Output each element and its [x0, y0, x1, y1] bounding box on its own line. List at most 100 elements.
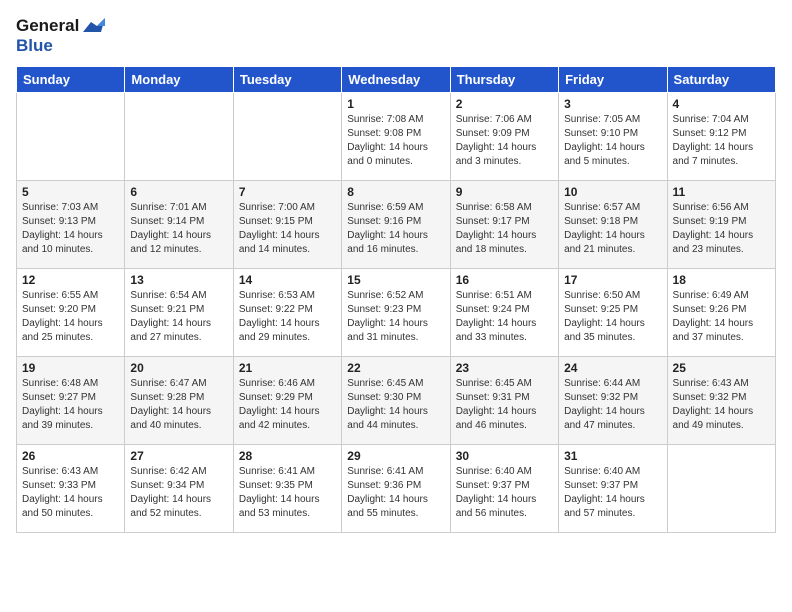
day-info: Sunrise: 6:46 AMSunset: 9:29 PMDaylight:… [239, 377, 336, 433]
day-cell [233, 93, 341, 181]
day-cell: 9 Sunrise: 6:58 AMSunset: 9:17 PMDaylight… [450, 181, 558, 269]
day-info: Sunrise: 7:03 AMSunset: 9:13 PMDaylight:… [22, 201, 119, 257]
day-cell: 26Sunrise: 6:43 AMSunset: 9:33 PMDayligh… [17, 445, 125, 533]
week-row-4: 19Sunrise: 6:48 AMSunset: 9:27 PMDayligh… [17, 357, 776, 445]
day-cell: 22 Sunrise: 6:45 AMSunset: 9:30 PMDayligh… [342, 357, 450, 445]
day-number: 3 [564, 97, 661, 111]
day-cell: 3 Sunrise: 7:05 AMSunset: 9:10 PMDaylight… [559, 93, 667, 181]
day-cell: 20 Sunrise: 6:47 AMSunset: 9:28 PMDayligh… [125, 357, 233, 445]
day-number: 25 [673, 361, 770, 375]
day-number: 27 [130, 449, 227, 463]
day-info: Sunrise: 7:01 AMSunset: 9:14 PMDaylight:… [130, 201, 227, 257]
day-number: 18 [673, 273, 770, 287]
day-number: 23 [456, 361, 553, 375]
day-cell: 17 Sunrise: 6:50 AMSunset: 9:25 PMDayligh… [559, 269, 667, 357]
day-cell: 29 Sunrise: 6:41 AMSunset: 9:36 PMDayligh… [342, 445, 450, 533]
day-info: Sunrise: 6:59 AMSunset: 9:16 PMDaylight:… [347, 201, 444, 257]
day-cell [17, 93, 125, 181]
day-number: 5 [22, 185, 119, 199]
day-info: Sunrise: 7:04 AMSunset: 9:12 PMDaylight:… [673, 113, 770, 169]
day-number: 10 [564, 185, 661, 199]
day-info: Sunrise: 6:53 AMSunset: 9:22 PMDaylight:… [239, 289, 336, 345]
day-cell: 25 Sunrise: 6:43 AMSunset: 9:32 PMDayligh… [667, 357, 775, 445]
week-row-1: 1 Sunrise: 7:08 AMSunset: 9:08 PMDaylight… [17, 93, 776, 181]
day-number: 30 [456, 449, 553, 463]
day-info: Sunrise: 6:52 AMSunset: 9:23 PMDaylight:… [347, 289, 444, 345]
day-number: 14 [239, 273, 336, 287]
day-number: 16 [456, 273, 553, 287]
weekday-header-thursday: Thursday [450, 67, 558, 93]
day-number: 1 [347, 97, 444, 111]
day-cell: 14 Sunrise: 6:53 AMSunset: 9:22 PMDayligh… [233, 269, 341, 357]
day-info: Sunrise: 6:58 AMSunset: 9:17 PMDaylight:… [456, 201, 553, 257]
day-number: 28 [239, 449, 336, 463]
weekday-header-wednesday: Wednesday [342, 67, 450, 93]
logo-bird-icon [83, 18, 105, 34]
day-number: 22 [347, 361, 444, 375]
day-number: 4 [673, 97, 770, 111]
day-cell: 13Sunrise: 6:54 AMSunset: 9:21 PMDayligh… [125, 269, 233, 357]
day-info: Sunrise: 6:42 AMSunset: 9:34 PMDaylight:… [130, 465, 227, 521]
day-info: Sunrise: 7:06 AMSunset: 9:09 PMDaylight:… [456, 113, 553, 169]
week-row-2: 5 Sunrise: 7:03 AMSunset: 9:13 PMDaylight… [17, 181, 776, 269]
day-cell: 31 Sunrise: 6:40 AMSunset: 9:37 PMDayligh… [559, 445, 667, 533]
day-cell: 15 Sunrise: 6:52 AMSunset: 9:23 PMDayligh… [342, 269, 450, 357]
day-cell: 18Sunrise: 6:49 AMSunset: 9:26 PMDayligh… [667, 269, 775, 357]
day-info: Sunrise: 6:44 AMSunset: 9:32 PMDaylight:… [564, 377, 661, 433]
weekday-header-saturday: Saturday [667, 67, 775, 93]
day-cell: 8Sunrise: 6:59 AMSunset: 9:16 PMDaylight… [342, 181, 450, 269]
day-number: 9 [456, 185, 553, 199]
day-info: Sunrise: 7:00 AMSunset: 9:15 PMDaylight:… [239, 201, 336, 257]
day-cell: 23 Sunrise: 6:45 AMSunset: 9:31 PMDayligh… [450, 357, 558, 445]
day-cell [667, 445, 775, 533]
day-cell: 10 Sunrise: 6:57 AMSunset: 9:18 PMDayligh… [559, 181, 667, 269]
day-number: 11 [673, 185, 770, 199]
day-cell: 1 Sunrise: 7:08 AMSunset: 9:08 PMDaylight… [342, 93, 450, 181]
weekday-header-tuesday: Tuesday [233, 67, 341, 93]
day-number: 19 [22, 361, 119, 375]
day-cell: 12Sunrise: 6:55 AMSunset: 9:20 PMDayligh… [17, 269, 125, 357]
day-cell: 19Sunrise: 6:48 AMSunset: 9:27 PMDayligh… [17, 357, 125, 445]
day-number: 6 [130, 185, 227, 199]
day-info: Sunrise: 6:40 AMSunset: 9:37 PMDaylight:… [564, 465, 661, 521]
day-info: Sunrise: 6:43 AMSunset: 9:32 PMDaylight:… [673, 377, 770, 433]
day-number: 7 [239, 185, 336, 199]
day-cell: 7 Sunrise: 7:00 AMSunset: 9:15 PMDaylight… [233, 181, 341, 269]
day-number: 20 [130, 361, 227, 375]
weekday-header-sunday: Sunday [17, 67, 125, 93]
weekday-header-friday: Friday [559, 67, 667, 93]
day-number: 12 [22, 273, 119, 287]
day-info: Sunrise: 6:56 AMSunset: 9:19 PMDaylight:… [673, 201, 770, 257]
weekday-header-row: SundayMondayTuesdayWednesdayThursdayFrid… [17, 67, 776, 93]
day-cell: 4 Sunrise: 7:04 AMSunset: 9:12 PMDaylight… [667, 93, 775, 181]
day-number: 29 [347, 449, 444, 463]
day-cell: 27 Sunrise: 6:42 AMSunset: 9:34 PMDayligh… [125, 445, 233, 533]
day-number: 26 [22, 449, 119, 463]
day-info: Sunrise: 7:05 AMSunset: 9:10 PMDaylight:… [564, 113, 661, 169]
day-number: 21 [239, 361, 336, 375]
week-row-3: 12Sunrise: 6:55 AMSunset: 9:20 PMDayligh… [17, 269, 776, 357]
logo-blue: Blue [16, 36, 53, 55]
logo: General Blue [16, 16, 105, 56]
day-number: 24 [564, 361, 661, 375]
day-info: Sunrise: 6:51 AMSunset: 9:24 PMDaylight:… [456, 289, 553, 345]
calendar: SundayMondayTuesdayWednesdayThursdayFrid… [16, 66, 776, 533]
day-info: Sunrise: 6:40 AMSunset: 9:37 PMDaylight:… [456, 465, 553, 521]
day-number: 2 [456, 97, 553, 111]
day-cell: 6 Sunrise: 7:01 AMSunset: 9:14 PMDaylight… [125, 181, 233, 269]
day-info: Sunrise: 6:45 AMSunset: 9:30 PMDaylight:… [347, 377, 444, 433]
day-cell: 11 Sunrise: 6:56 AMSunset: 9:19 PMDayligh… [667, 181, 775, 269]
day-info: Sunrise: 6:47 AMSunset: 9:28 PMDaylight:… [130, 377, 227, 433]
day-info: Sunrise: 6:50 AMSunset: 9:25 PMDaylight:… [564, 289, 661, 345]
day-number: 17 [564, 273, 661, 287]
day-info: Sunrise: 6:41 AMSunset: 9:36 PMDaylight:… [347, 465, 444, 521]
day-cell: 24 Sunrise: 6:44 AMSunset: 9:32 PMDayligh… [559, 357, 667, 445]
day-number: 31 [564, 449, 661, 463]
day-number: 15 [347, 273, 444, 287]
day-info: Sunrise: 6:45 AMSunset: 9:31 PMDaylight:… [456, 377, 553, 433]
day-info: Sunrise: 7:08 AMSunset: 9:08 PMDaylight:… [347, 113, 444, 169]
day-cell: 28Sunrise: 6:41 AMSunset: 9:35 PMDayligh… [233, 445, 341, 533]
day-cell: 21 Sunrise: 6:46 AMSunset: 9:29 PMDayligh… [233, 357, 341, 445]
day-info: Sunrise: 6:57 AMSunset: 9:18 PMDaylight:… [564, 201, 661, 257]
day-cell: 30 Sunrise: 6:40 AMSunset: 9:37 PMDayligh… [450, 445, 558, 533]
